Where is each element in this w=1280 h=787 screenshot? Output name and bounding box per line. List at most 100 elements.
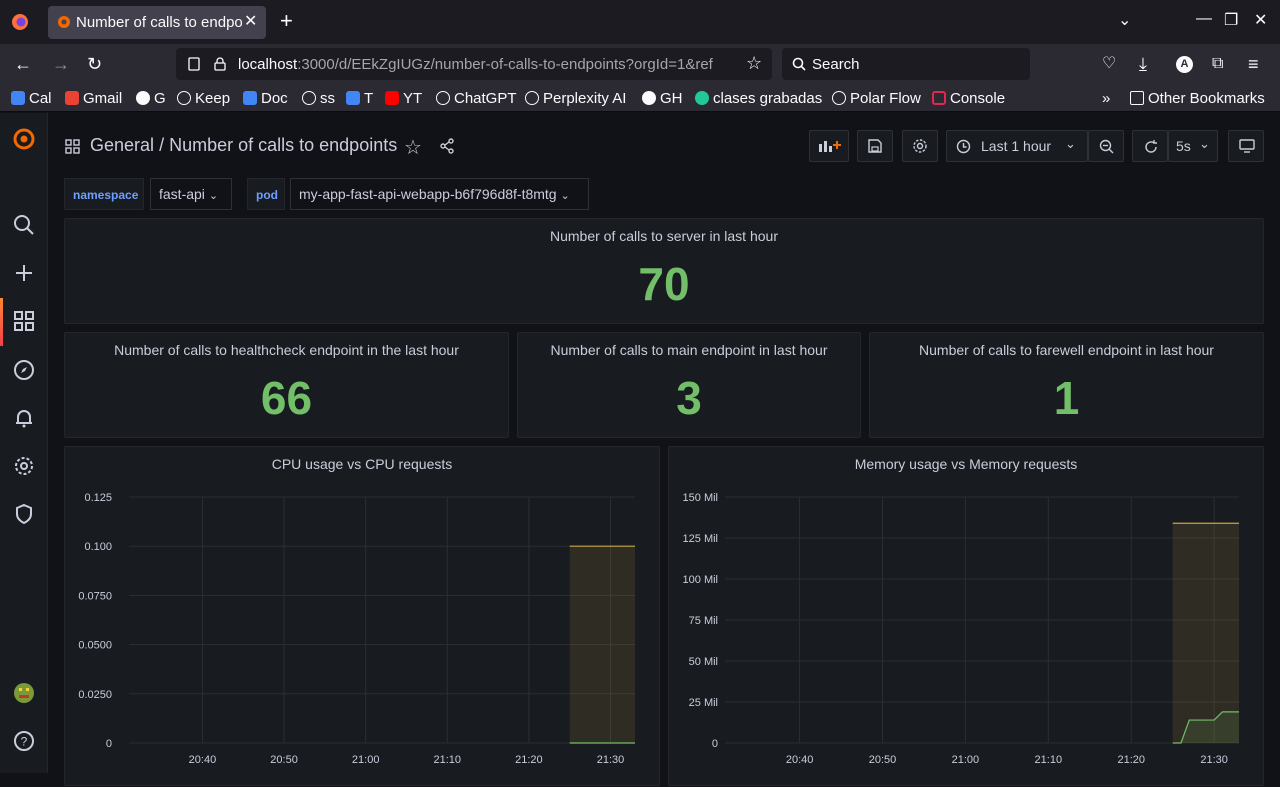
reload-icon[interactable]: ↻ xyxy=(87,53,102,75)
breadcrumb: General / Number of calls to endpoints xyxy=(90,135,397,156)
save-dashboard-button[interactable] xyxy=(857,130,893,162)
namespace-variable-select[interactable]: fast-api ⌄ xyxy=(150,178,232,210)
bookmark-item[interactable]: Cal xyxy=(11,90,52,107)
x-tick-label: 21:10 xyxy=(434,754,462,766)
dashboard-main: General / Number of calls to endpoints ☆… xyxy=(48,113,1280,786)
stat-panel-main[interactable]: Number of calls to main endpoint in last… xyxy=(517,332,861,438)
share-icon[interactable] xyxy=(439,138,455,154)
firefox-icon[interactable] xyxy=(10,12,30,32)
panel-title: Number of calls to server in last hour xyxy=(550,228,778,244)
menu-icon[interactable]: ≡ xyxy=(1248,53,1259,75)
refresh-interval-picker[interactable]: 5s ⌄ xyxy=(1168,130,1218,162)
zoom-out-icon xyxy=(1099,139,1114,154)
browser-tabbar: Number of calls to endpo ✕ + ⌄ — ❐ ✕ xyxy=(0,0,1280,44)
grafana-logo-icon[interactable] xyxy=(12,127,36,151)
plus-icon[interactable] xyxy=(12,261,36,285)
bookmark-item[interactable]: Polar Flow xyxy=(832,90,921,107)
page-info-icon[interactable] xyxy=(186,56,202,72)
x-tick-label: 21:20 xyxy=(1117,754,1145,766)
timeseries-panel-cpu[interactable]: CPU usage vs CPU requests 0 0.0250 0.0500 0… xyxy=(64,446,660,786)
help-icon[interactable]: ? xyxy=(12,729,36,753)
panel-title: Number of calls to farewell endpoint in … xyxy=(919,342,1214,358)
time-picker-button[interactable]: Last 1 hour ⌄ xyxy=(946,130,1088,162)
bookmark-item[interactable]: ss xyxy=(302,90,335,107)
search-icon[interactable] xyxy=(12,213,36,237)
refresh-button[interactable] xyxy=(1132,130,1168,162)
explore-compass-icon[interactable] xyxy=(12,358,36,382)
tab-title: Number of calls to endpo xyxy=(76,14,243,31)
stat-panel-farewell[interactable]: Number of calls to farewell endpoint in … xyxy=(869,332,1264,438)
url-host: localhost xyxy=(238,56,298,73)
x-tick-label: 21:00 xyxy=(352,754,380,766)
panel-title: Number of calls to healthcheck endpoint … xyxy=(114,342,459,358)
stat-value: 70 xyxy=(638,258,690,310)
x-tick-label: 20:40 xyxy=(189,754,217,766)
forward-icon[interactable]: → xyxy=(52,53,70,75)
y-tick-label: 25 Mil xyxy=(689,697,718,709)
timeseries-panel-memory[interactable]: Memory usage vs Memory requests 0 25 Mil 5… xyxy=(668,446,1264,786)
other-bookmarks[interactable]: Other Bookmarks xyxy=(1130,90,1265,107)
y-tick-label: 0.0500 xyxy=(78,640,112,652)
bookmark-item[interactable]: clases grabadas xyxy=(695,90,822,107)
series-area xyxy=(1172,523,1239,743)
breadcrumb-separator: / xyxy=(159,135,165,155)
zoom-out-button[interactable] xyxy=(1088,130,1124,162)
browser-tab-active[interactable]: Number of calls to endpo ✕ xyxy=(48,6,266,39)
bookmark-item[interactable]: YT xyxy=(385,90,422,107)
extensions-icon[interactable]: ⧉ xyxy=(1212,53,1223,75)
url-text: localhost:3000/d/EEkZgIUGz/number-of-cal… xyxy=(238,56,738,73)
user-avatar[interactable] xyxy=(12,681,36,705)
favorite-star-icon[interactable]: ☆ xyxy=(404,135,422,160)
tv-mode-button[interactable] xyxy=(1228,130,1264,162)
pod-variable-label: pod xyxy=(247,178,285,210)
x-tick-label: 21:10 xyxy=(1035,754,1063,766)
dashboard-grid-icon xyxy=(65,139,80,154)
bookmarks-overflow-icon[interactable]: » xyxy=(1102,90,1110,107)
pod-variable-select[interactable]: my-app-fast-api-webapp-b6f796d8f-t8mtg ⌄ xyxy=(290,178,589,210)
tab-list-chevron-icon[interactable]: ⌄ xyxy=(1118,10,1131,30)
pocket-icon[interactable]: ♡ xyxy=(1102,53,1116,75)
new-tab-button[interactable]: + xyxy=(280,9,293,33)
server-admin-shield-icon[interactable] xyxy=(12,502,36,526)
pod-variable-value: my-app-fast-api-webapp-b6f796d8f-t8mtg xyxy=(299,186,557,202)
restore-icon[interactable]: ❐ xyxy=(1224,10,1238,30)
dashboards-icon[interactable] xyxy=(12,309,36,333)
bookmark-star-icon[interactable]: ☆ xyxy=(746,53,762,74)
bookmarks-bar: Cal Gmail G Keep Doc ss T YT ChatGPT Per… xyxy=(0,86,1280,112)
stat-panel-server[interactable]: Number of calls to server in last hour 7… xyxy=(64,218,1264,324)
account-avatar[interactable]: A xyxy=(1176,56,1193,73)
tab-close-icon[interactable]: ✕ xyxy=(244,11,257,31)
bookmark-item[interactable]: ChatGPT xyxy=(436,90,517,107)
chevron-down-icon: ⌄ xyxy=(1199,136,1210,151)
series-area xyxy=(569,546,635,743)
back-icon[interactable]: ← xyxy=(14,53,32,75)
breadcrumb-folder[interactable]: General xyxy=(90,135,154,155)
window-close-icon[interactable]: ✕ xyxy=(1254,10,1267,30)
minimize-icon[interactable]: — xyxy=(1196,10,1212,28)
bookmark-item[interactable]: G xyxy=(136,90,166,107)
add-panel-icon xyxy=(819,141,841,152)
lock-icon[interactable] xyxy=(212,56,228,72)
bookmark-item[interactable]: Keep xyxy=(177,90,230,107)
bookmark-item[interactable]: Perplexity AI xyxy=(525,90,626,107)
add-panel-button[interactable] xyxy=(809,130,849,162)
refresh-icon xyxy=(1145,140,1157,153)
search-icon xyxy=(792,57,806,71)
bookmark-item[interactable]: T xyxy=(346,90,373,107)
url-bar[interactable]: localhost:3000/d/EEkZgIUGz/number-of-cal… xyxy=(176,48,772,80)
bookmark-item[interactable]: GH xyxy=(642,90,683,107)
y-tick-label: 75 Mil xyxy=(689,615,718,627)
dashboard-settings-button[interactable] xyxy=(902,130,938,162)
chevron-down-icon: ⌄ xyxy=(208,190,219,202)
search-input[interactable]: Search xyxy=(782,48,1030,80)
y-tick-label: 0 xyxy=(712,738,718,750)
bookmark-item[interactable]: Console xyxy=(932,90,1005,107)
alerting-bell-icon[interactable] xyxy=(12,406,36,430)
bookmark-item[interactable]: Gmail xyxy=(65,90,122,107)
stat-panel-healthcheck[interactable]: Number of calls to healthcheck endpoint … xyxy=(64,332,509,438)
dashboard-title[interactable]: Number of calls to endpoints xyxy=(169,135,397,155)
x-tick-label: 21:20 xyxy=(515,754,543,766)
configuration-gear-icon[interactable] xyxy=(12,454,36,478)
bookmark-item[interactable]: Doc xyxy=(243,90,288,107)
downloads-icon[interactable]: ⤓ xyxy=(1139,53,1147,75)
